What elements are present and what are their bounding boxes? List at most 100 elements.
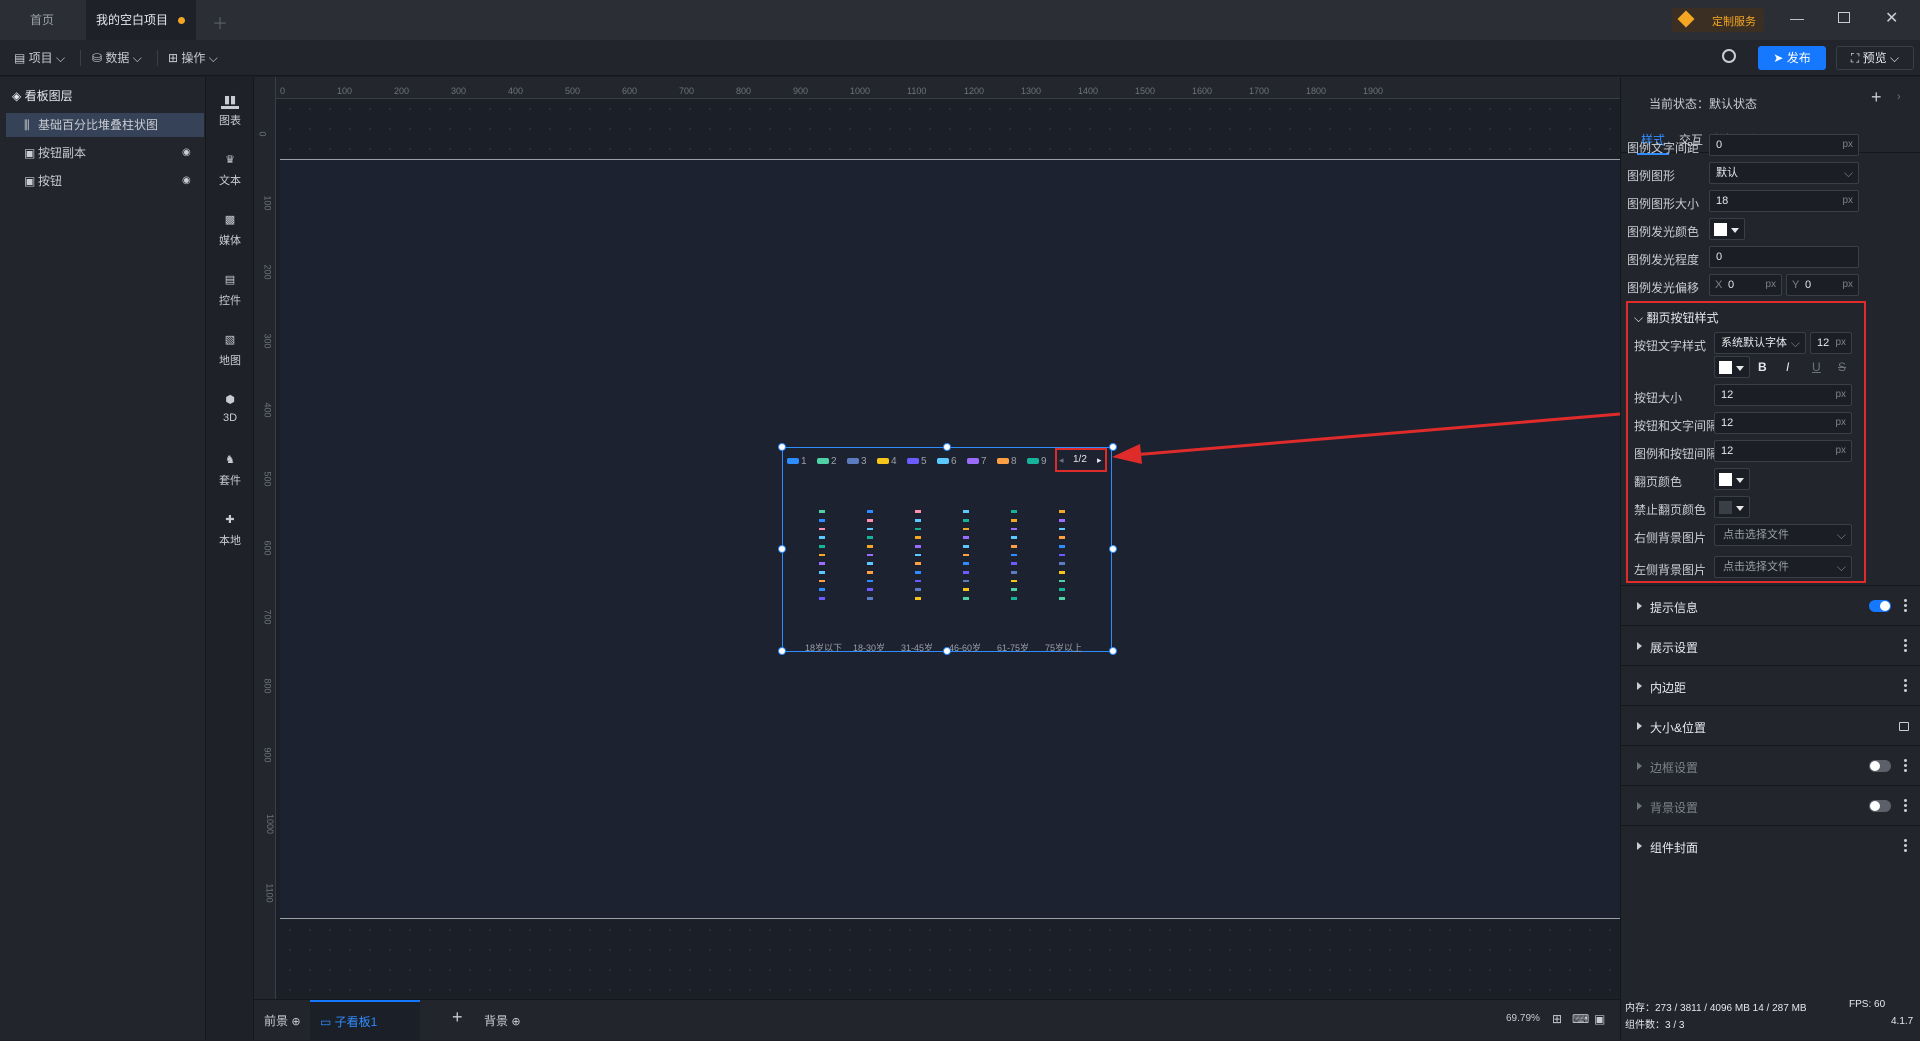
section-border[interactable]: 边框设置 [1621,745,1920,785]
legend-glow-level-input[interactable]: 0 [1709,246,1859,268]
legend-item[interactable]: 9 [1027,456,1047,467]
resize-handle[interactable] [778,443,786,451]
add-state-icon[interactable]: + [1871,87,1882,108]
resize-handle[interactable] [778,545,786,553]
more-icon[interactable] [1904,679,1907,693]
more-icon[interactable] [1904,839,1907,853]
legend-item[interactable]: 1 [787,456,807,467]
font-size-input[interactable]: 12 px [1810,332,1852,354]
preview-button[interactable]: ⛶ 预览 ⌵ [1836,46,1914,70]
add-board-icon[interactable]: + [452,1007,463,1028]
resize-handle[interactable] [943,443,951,451]
add-tab-icon[interactable]: ＋ [212,10,228,34]
lock-icon[interactable] [1899,722,1909,731]
more-icon[interactable] [1904,599,1907,613]
layer-item-chart[interactable]: ⫼ 基础百分比堆叠柱状图 [6,113,204,137]
section-background[interactable]: 背景设置 [1621,785,1920,825]
legend-button-gap-input[interactable]: 12 px [1714,440,1852,462]
bold-icon[interactable]: B [1758,360,1767,374]
legend-item[interactable]: 5 [907,456,927,467]
stacked-bar[interactable] [819,510,825,606]
button-size-input[interactable]: 12 px [1714,384,1852,406]
board-tab[interactable]: ▭ 子看板1 [310,1000,420,1041]
hidden-eye-icon[interactable]: ◉ [182,169,191,193]
keyboard-icon[interactable]: ⌨ [1572,1012,1589,1026]
legend-item[interactable]: 2 [817,456,837,467]
publish-button[interactable]: ➤ 发布 [1758,46,1826,70]
menu-project[interactable]: ▤ 项目 ⌵ [14,40,65,76]
stacked-bar[interactable] [963,510,969,606]
legend-offset-y-input[interactable]: Y 0 px [1786,274,1859,296]
next-page-icon[interactable]: ▸ [1097,455,1102,466]
minimize-icon[interactable]: — [1790,10,1804,26]
legend-shape-select[interactable]: 默认 ⌵ [1709,162,1859,184]
chevron-right-icon[interactable]: › [1897,91,1901,103]
background-toggle[interactable] [1869,800,1891,812]
stacked-bar[interactable] [1011,510,1017,606]
legend-text-gap-input[interactable]: 0 px [1709,134,1859,156]
prev-page-icon[interactable]: ◂ [1059,455,1064,466]
section-padding[interactable]: 内边距 [1621,665,1920,705]
tool-local[interactable]: ✚ 本地 [206,505,254,555]
page-color-picker[interactable] [1714,468,1750,490]
add-circle-icon[interactable]: ⊕ [291,1016,300,1028]
tab-home[interactable]: 首页 [20,0,64,40]
section-header[interactable]: ⌵ 翻页按钮样式 [1634,309,1718,326]
section-size-position[interactable]: 大小&位置 [1621,705,1920,745]
italic-icon[interactable]: I [1786,360,1789,374]
bg-layer-tab[interactable]: 背景 ⊕ [484,1012,521,1029]
search-icon[interactable] [1722,49,1736,63]
legend-glow-color-picker[interactable] [1709,218,1745,240]
resize-handle[interactable] [1109,647,1117,655]
resize-handle[interactable] [943,647,951,655]
section-tooltip[interactable]: 提示信息 [1621,585,1920,625]
stacked-bar[interactable] [1059,510,1065,606]
more-icon[interactable] [1904,799,1907,813]
legend-offset-x-input[interactable]: X 0 px [1709,274,1782,296]
layer-item-button-copy[interactable]: ▣ 按钮副本 ◉ [6,141,204,165]
front-layer-tab[interactable]: 前景 ⊕ [264,1012,301,1029]
hidden-eye-icon[interactable]: ◉ [182,141,191,165]
ruler-top[interactable]: 0 100 200 300 400 500 600 700 800 900 1000 1100 1200… [254,77,1620,99]
ruler-left[interactable]: 0 100 200 300 400 500 600 700 800 900 1000 1100 [254,77,276,999]
zoom-level[interactable]: 69.79% [1506,1013,1540,1024]
tool-3d[interactable]: ⬢ 3D [206,385,254,435]
stacked-bar[interactable] [867,510,873,606]
section-cover[interactable]: 组件封面 [1621,825,1920,865]
close-icon[interactable]: ✕ [1885,8,1898,28]
legend-item[interactable]: 7 [967,456,987,467]
strikethrough-icon[interactable]: S [1838,360,1846,374]
tool-media[interactable]: ▩ 媒体 [206,205,254,255]
legend-item[interactable]: 4 [877,456,897,467]
menu-ops[interactable]: ⊞ 操作 ⌵ [168,40,218,76]
add-circle-icon[interactable]: ⊕ [511,1016,520,1028]
fit-screen-icon[interactable]: ⊞ [1552,1012,1562,1026]
left-bg-image-select[interactable]: 点击选择文件 ⌵ [1714,556,1852,578]
disabled-page-color-picker[interactable] [1714,496,1750,518]
legend-item[interactable]: 8 [997,456,1017,467]
terminal-icon[interactable]: ▣ [1594,1012,1605,1026]
custom-service-button[interactable]: 定制服务 [1672,8,1764,32]
font-family-select[interactable]: 系统默认字体 ⌵ [1714,332,1806,354]
tab-project[interactable]: 我的空白项目 [86,0,196,40]
more-icon[interactable] [1904,639,1907,653]
text-color-picker[interactable] [1714,356,1750,378]
tool-text[interactable]: ♛ 文本 [206,145,254,195]
stacked-bar[interactable] [915,510,921,606]
underline-icon[interactable]: U [1812,360,1821,374]
resize-handle[interactable] [1109,545,1117,553]
border-toggle[interactable] [1869,760,1891,772]
right-bg-image-select[interactable]: 点击选择文件 ⌵ [1714,524,1852,546]
tool-suite[interactable]: ♞ 套件 [206,445,254,495]
tool-chart[interactable]: ▮▮ 图表 [206,85,254,135]
tooltip-toggle[interactable] [1869,600,1891,612]
more-icon[interactable] [1904,759,1907,773]
tool-control[interactable]: ▤ 控件 [206,265,254,315]
legend-item[interactable]: 3 [847,456,867,467]
menu-data[interactable]: ⛁ 数据 ⌵ [92,40,142,76]
section-display[interactable]: 展示设置 [1621,625,1920,665]
legend-shape-size-input[interactable]: 18 px [1709,190,1859,212]
layer-item-button[interactable]: ▣ 按钮 ◉ [6,169,204,193]
restore-icon[interactable] [1838,12,1850,23]
tool-map[interactable]: ▧ 地图 [206,325,254,375]
